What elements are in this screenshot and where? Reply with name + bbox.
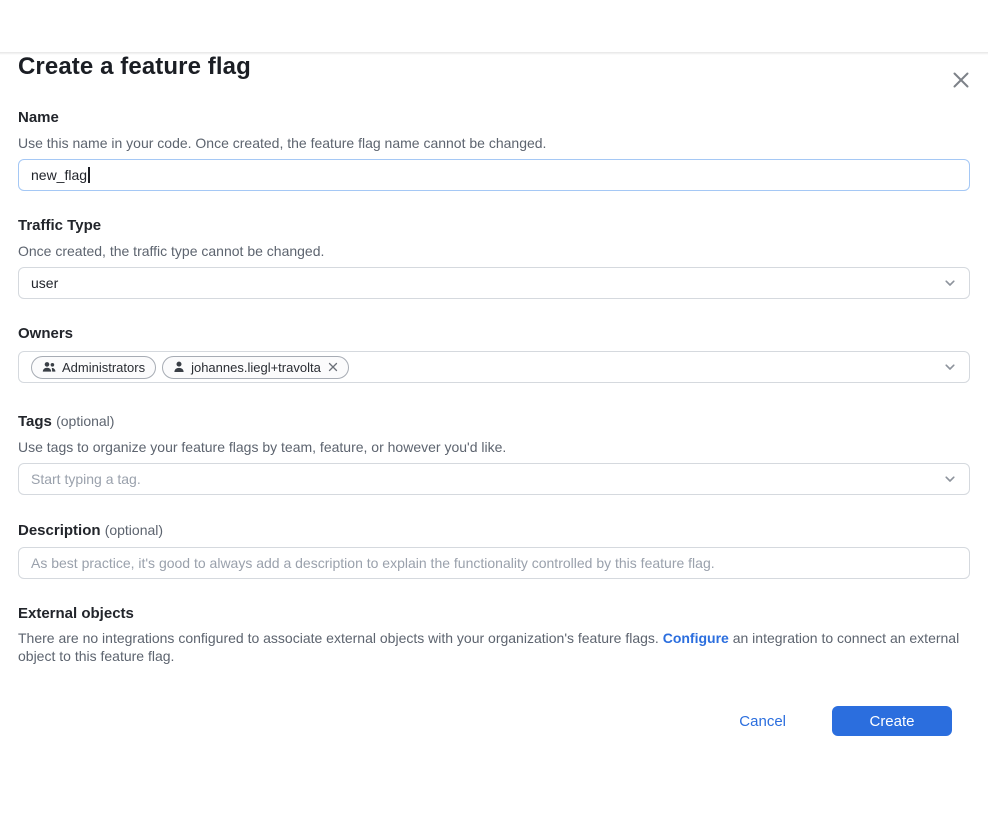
tags-section: Tags (optional) Use tags to organize you… <box>18 411 970 495</box>
description-section: Description (optional) As best practice,… <box>18 520 970 579</box>
text-cursor <box>88 167 90 183</box>
modal-footer: Cancel Create <box>18 706 970 736</box>
traffic-type-section: Traffic Type Once created, the traffic t… <box>18 216 970 299</box>
owners-label: Owners <box>18 324 970 344</box>
external-objects-text-before: There are no integrations configured to … <box>18 630 663 646</box>
description-label: Description (optional) <box>18 520 970 541</box>
tags-label: Tags (optional) <box>18 411 970 432</box>
create-button[interactable]: Create <box>832 706 952 736</box>
owners-select[interactable]: Administrators johannes.liegl+travolta <box>18 351 970 383</box>
owners-section: Owners Administrators <box>18 324 970 383</box>
create-feature-flag-modal: Create a feature flag Name Use this name… <box>0 52 988 736</box>
traffic-type-select[interactable]: user <box>18 267 970 299</box>
traffic-type-help-text: Once created, the traffic type cannot be… <box>18 241 970 261</box>
description-placeholder: As best practice, it's good to always ad… <box>31 555 715 571</box>
chevron-down-icon <box>943 352 957 382</box>
tags-label-text: Tags <box>18 413 52 430</box>
chevron-down-icon <box>943 464 957 494</box>
traffic-type-selected-value: user <box>31 275 58 291</box>
owner-chips: Administrators johannes.liegl+travolta <box>31 356 349 379</box>
owner-chip-label: Administrators <box>62 360 145 375</box>
tags-optional-text: (optional) <box>56 413 114 429</box>
configure-link[interactable]: Configure <box>663 630 729 646</box>
tags-placeholder: Start typing a tag. <box>31 471 141 487</box>
name-help-text: Use this name in your code. Once created… <box>18 133 970 153</box>
chevron-down-icon <box>943 268 957 298</box>
description-label-text: Description <box>18 522 101 539</box>
external-objects-label: External objects <box>18 604 970 624</box>
close-button[interactable] <box>948 67 974 93</box>
name-label: Name <box>18 108 970 128</box>
external-objects-section: External objects There are no integratio… <box>18 604 970 665</box>
person-icon <box>173 361 185 373</box>
tags-input[interactable]: Start typing a tag. <box>18 463 970 495</box>
owner-chip-label: johannes.liegl+travolta <box>191 360 321 375</box>
cancel-button[interactable]: Cancel <box>739 713 786 730</box>
name-input-value: new_flag <box>31 167 87 183</box>
group-icon <box>42 361 56 373</box>
description-input[interactable]: As best practice, it's good to always ad… <box>18 547 970 579</box>
external-objects-text: There are no integrations configured to … <box>18 629 970 665</box>
tags-help-text: Use tags to organize your feature flags … <box>18 437 970 457</box>
owner-chip-administrators[interactable]: Administrators <box>31 356 156 379</box>
remove-owner-button[interactable] <box>328 362 338 372</box>
name-input[interactable]: new_flag <box>18 159 970 191</box>
page-title: Create a feature flag <box>18 52 970 82</box>
name-section: Name Use this name in your code. Once cr… <box>18 108 970 191</box>
traffic-type-label: Traffic Type <box>18 216 970 236</box>
close-icon <box>950 69 972 91</box>
description-optional-text: (optional) <box>105 522 163 538</box>
owner-chip-user[interactable]: johannes.liegl+travolta <box>162 356 349 379</box>
